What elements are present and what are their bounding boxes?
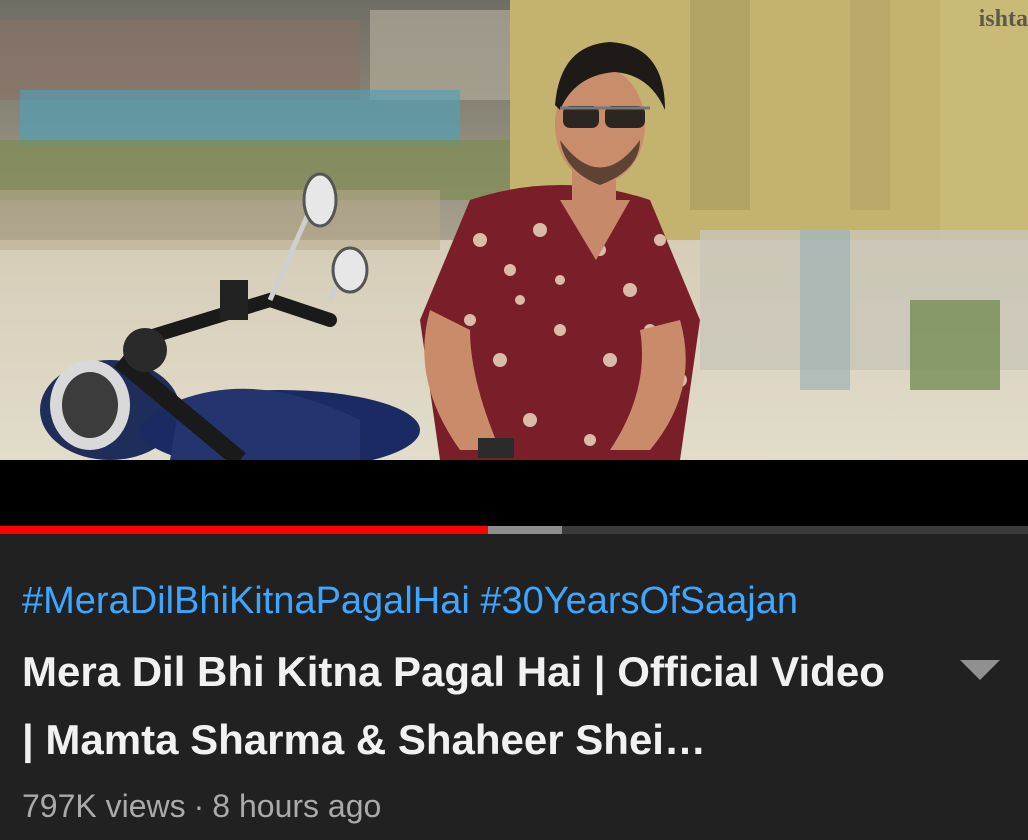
video-info: #MeraDilBhiKitnaPagalHai #30YearsOfSaaja… (0, 534, 1028, 840)
expand-description-button[interactable] (958, 656, 1002, 686)
video-player[interactable]: ishta (0, 0, 1028, 460)
video-frame (0, 0, 1028, 460)
player-letterbox (0, 460, 1028, 526)
video-meta: 797K views · 8 hours ago (22, 786, 381, 826)
meta-separator: · (193, 788, 205, 824)
hashtag-row: #MeraDilBhiKitnaPagalHai #30YearsOfSaaja… (22, 578, 798, 624)
video-title[interactable]: Mera Dil Bhi Kitna Pagal Hai | Official … (22, 638, 902, 774)
view-count: 797K views (22, 788, 186, 824)
hashtag-link[interactable]: #MeraDilBhiKitnaPagalHai (22, 580, 470, 622)
upload-age: 8 hours ago (212, 788, 382, 824)
channel-watermark: ishta (978, 6, 1028, 32)
chevron-down-icon (960, 660, 1000, 680)
hashtag-link[interactable]: #30YearsOfSaajan (480, 580, 798, 622)
progress-played (0, 526, 489, 534)
progress-bar[interactable] (0, 526, 1028, 534)
